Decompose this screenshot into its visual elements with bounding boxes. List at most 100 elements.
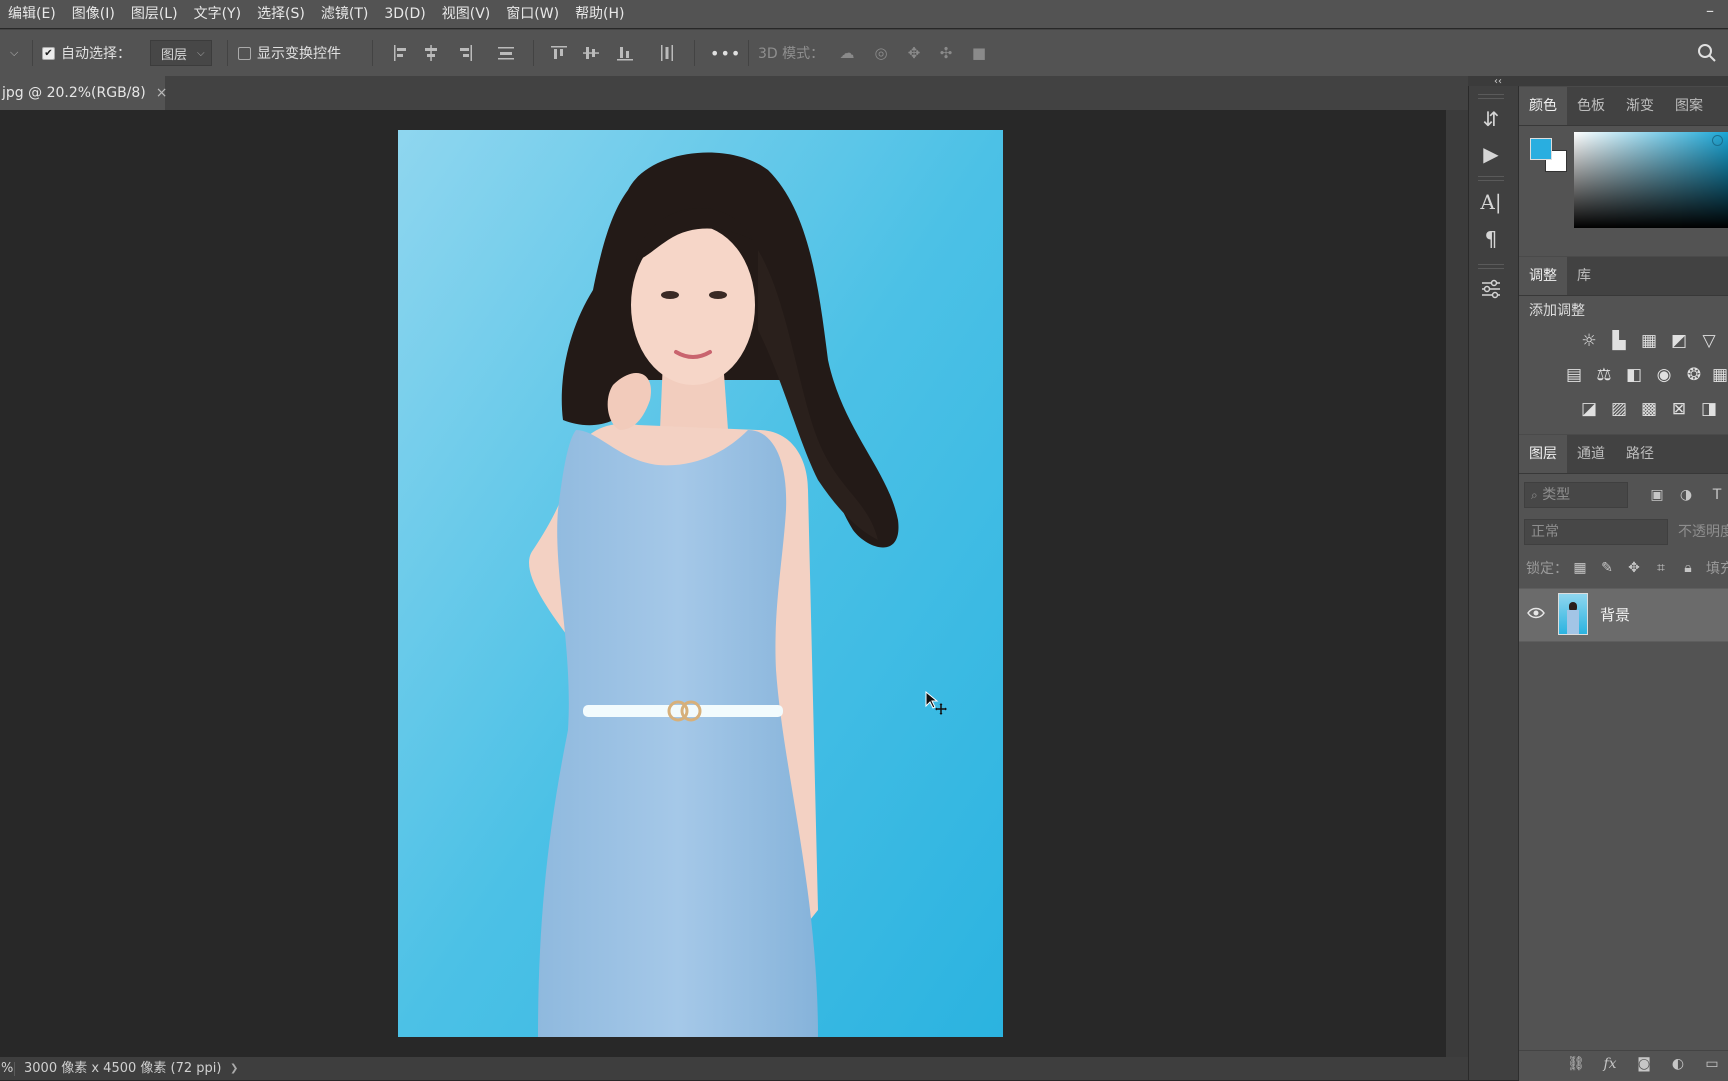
menu-edit[interactable]: 编辑(E): [0, 0, 64, 28]
threshold-icon[interactable]: ▩: [1638, 398, 1660, 420]
lock-all-icon[interactable]: 🔒︎: [1678, 558, 1698, 578]
blend-mode-select[interactable]: 正常: [1524, 519, 1668, 545]
eye-visibility-icon[interactable]: [1527, 606, 1545, 620]
fill-label: 填充: [1706, 561, 1728, 577]
hue-saturation-icon[interactable]: ▤: [1563, 364, 1585, 386]
vibrance-icon[interactable]: ▽: [1698, 330, 1720, 352]
divider: [32, 40, 33, 66]
checkbox-unchecked-icon: [238, 46, 251, 60]
color-field[interactable]: [1574, 132, 1728, 228]
window-minimize-button[interactable]: –: [1692, 0, 1728, 28]
channel-mixer-icon[interactable]: ❂: [1683, 364, 1705, 386]
status-bar: % 3000 像素 x 4500 像素 (72 ppi) ❯: [0, 1057, 1468, 1080]
add-mask-icon[interactable]: ◙: [1634, 1054, 1654, 1074]
align-right-edges-icon[interactable]: [454, 42, 476, 64]
dock-grip[interactable]: [1478, 176, 1504, 181]
new-group-folder-icon[interactable]: ▭: [1702, 1054, 1722, 1074]
auto-select-target-dropdown[interactable]: 图层 ⌵: [150, 30, 212, 76]
lock-image-pixels-icon[interactable]: ✎: [1597, 558, 1617, 578]
menu-image[interactable]: 图像(I): [64, 0, 123, 28]
actions-play-icon[interactable]: ▶: [1470, 137, 1512, 171]
black-white-icon[interactable]: ◧: [1623, 364, 1645, 386]
menu-bar: 编辑(E) 图像(I) 图层(L) 文字(Y) 选择(S) 滤镜(T) 3D(D…: [0, 0, 1728, 28]
adjustments-panel-tabs: 调整 库: [1519, 257, 1728, 296]
paragraph-icon[interactable]: ¶: [1470, 222, 1512, 256]
zoom-level[interactable]: %: [1, 1057, 13, 1080]
dock-grip[interactable]: [1478, 264, 1504, 269]
show-transform-label: 显示变换控件: [257, 46, 341, 62]
align-horizontal-centers-icon[interactable]: [420, 42, 442, 64]
selective-color-icon[interactable]: ⊠: [1668, 398, 1690, 420]
align-bottom-edges-icon[interactable]: [614, 42, 636, 64]
color-lookup-icon[interactable]: ▦: [1709, 364, 1728, 386]
type-layer-filter-icon[interactable]: T: [1707, 485, 1727, 505]
distribute-vertical-icon[interactable]: [495, 42, 517, 64]
menu-view[interactable]: 视图(V): [434, 0, 499, 28]
3d-orbit-icon[interactable]: ☁: [836, 42, 858, 64]
character-icon[interactable]: A|: [1470, 185, 1512, 219]
new-adjustment-layer-icon[interactable]: ◐: [1668, 1054, 1688, 1074]
menu-3d[interactable]: 3D(D): [376, 0, 433, 28]
tab-patterns[interactable]: 图案: [1665, 87, 1713, 125]
menu-help[interactable]: 帮助(H): [567, 0, 632, 28]
tab-color[interactable]: 颜色: [1519, 87, 1567, 125]
tab-adjustments[interactable]: 调整: [1519, 257, 1567, 295]
menu-select[interactable]: 选择(S): [249, 0, 313, 28]
document-image[interactable]: [398, 130, 1003, 1037]
lock-position-icon[interactable]: ✥: [1624, 558, 1644, 578]
layer-style-fx-icon[interactable]: fx: [1600, 1054, 1620, 1074]
tab-swatches[interactable]: 色板: [1567, 87, 1615, 125]
dock-grip[interactable]: [1478, 94, 1504, 99]
document-tab[interactable]: jpg @ 20.2%(RGB/8) ×: [0, 76, 168, 110]
3d-roll-icon[interactable]: ◎: [870, 42, 892, 64]
color-balance-icon[interactable]: ⚖: [1593, 364, 1615, 386]
exposure-icon[interactable]: ◩: [1668, 330, 1690, 352]
prevent-auto-nesting-icon[interactable]: ⌗: [1651, 558, 1671, 578]
pixel-layer-filter-icon[interactable]: ▣: [1647, 485, 1667, 505]
tab-libraries[interactable]: 库: [1567, 257, 1601, 295]
brightness-contrast-icon[interactable]: ☼: [1578, 330, 1600, 352]
target-value: 图层: [161, 47, 188, 63]
layer-filter-select[interactable]: ⌕ 类型: [1524, 482, 1628, 508]
status-menu-arrow[interactable]: ❯: [230, 1057, 238, 1080]
document-info: 3000 像素 x 4500 像素 (72 ppi): [24, 1061, 222, 1076]
menu-layer[interactable]: 图层(L): [123, 0, 186, 28]
foreground-color-swatch[interactable]: [1530, 138, 1552, 160]
invert-icon[interactable]: ◪: [1578, 398, 1600, 420]
more-options-button[interactable]: •••: [710, 30, 741, 76]
3d-mode-label: 3D 模式：: [758, 46, 825, 62]
vertical-scrollbar[interactable]: [1446, 110, 1468, 1057]
align-left-edges-icon[interactable]: [390, 42, 412, 64]
properties-sliders-icon[interactable]: [1470, 272, 1512, 306]
adjustment-layer-filter-icon[interactable]: ◑: [1676, 485, 1696, 505]
auto-select-checkbox[interactable]: ✔ 自动选择：: [42, 30, 131, 76]
menu-window[interactable]: 窗口(W): [498, 0, 567, 28]
distribute-horizontal-icon[interactable]: [656, 42, 678, 64]
tab-channels[interactable]: 通道: [1567, 435, 1615, 473]
align-vertical-centers-icon[interactable]: [580, 42, 602, 64]
search-icon[interactable]: [1696, 42, 1718, 64]
gradient-map-icon[interactable]: ◨: [1698, 398, 1720, 420]
show-transform-controls-checkbox[interactable]: 显示变换控件: [238, 30, 341, 76]
link-layers-icon[interactable]: ⛓: [1566, 1054, 1586, 1074]
photo-filter-icon[interactable]: ◉: [1653, 364, 1675, 386]
curves-icon[interactable]: ▦: [1638, 330, 1660, 352]
tab-layers[interactable]: 图层: [1519, 435, 1567, 473]
align-top-edges-icon[interactable]: [548, 42, 570, 64]
tab-gradients[interactable]: 渐变: [1616, 87, 1664, 125]
layer-thumbnail: [1558, 593, 1588, 635]
lock-transparent-pixels-icon[interactable]: ▦: [1570, 558, 1590, 578]
tab-paths[interactable]: 路径: [1616, 435, 1664, 473]
history-icon[interactable]: ⇵: [1470, 102, 1512, 136]
color-picker-handle[interactable]: [1712, 135, 1723, 146]
tool-preset-dropdown[interactable]: ⌵: [10, 30, 18, 76]
posterize-icon[interactable]: ▨: [1608, 398, 1630, 420]
3d-slide-icon[interactable]: ✣: [935, 42, 957, 64]
levels-icon[interactable]: ▙: [1608, 330, 1630, 352]
menu-type[interactable]: 文字(Y): [186, 0, 249, 28]
3d-pan-icon[interactable]: ✥: [903, 42, 925, 64]
close-icon[interactable]: ×: [156, 85, 168, 101]
add-adjustment-title: 添加调整: [1529, 303, 1585, 319]
menu-filter[interactable]: 滤镜(T): [313, 0, 376, 28]
3d-scale-camera-icon[interactable]: ■: [968, 42, 990, 64]
